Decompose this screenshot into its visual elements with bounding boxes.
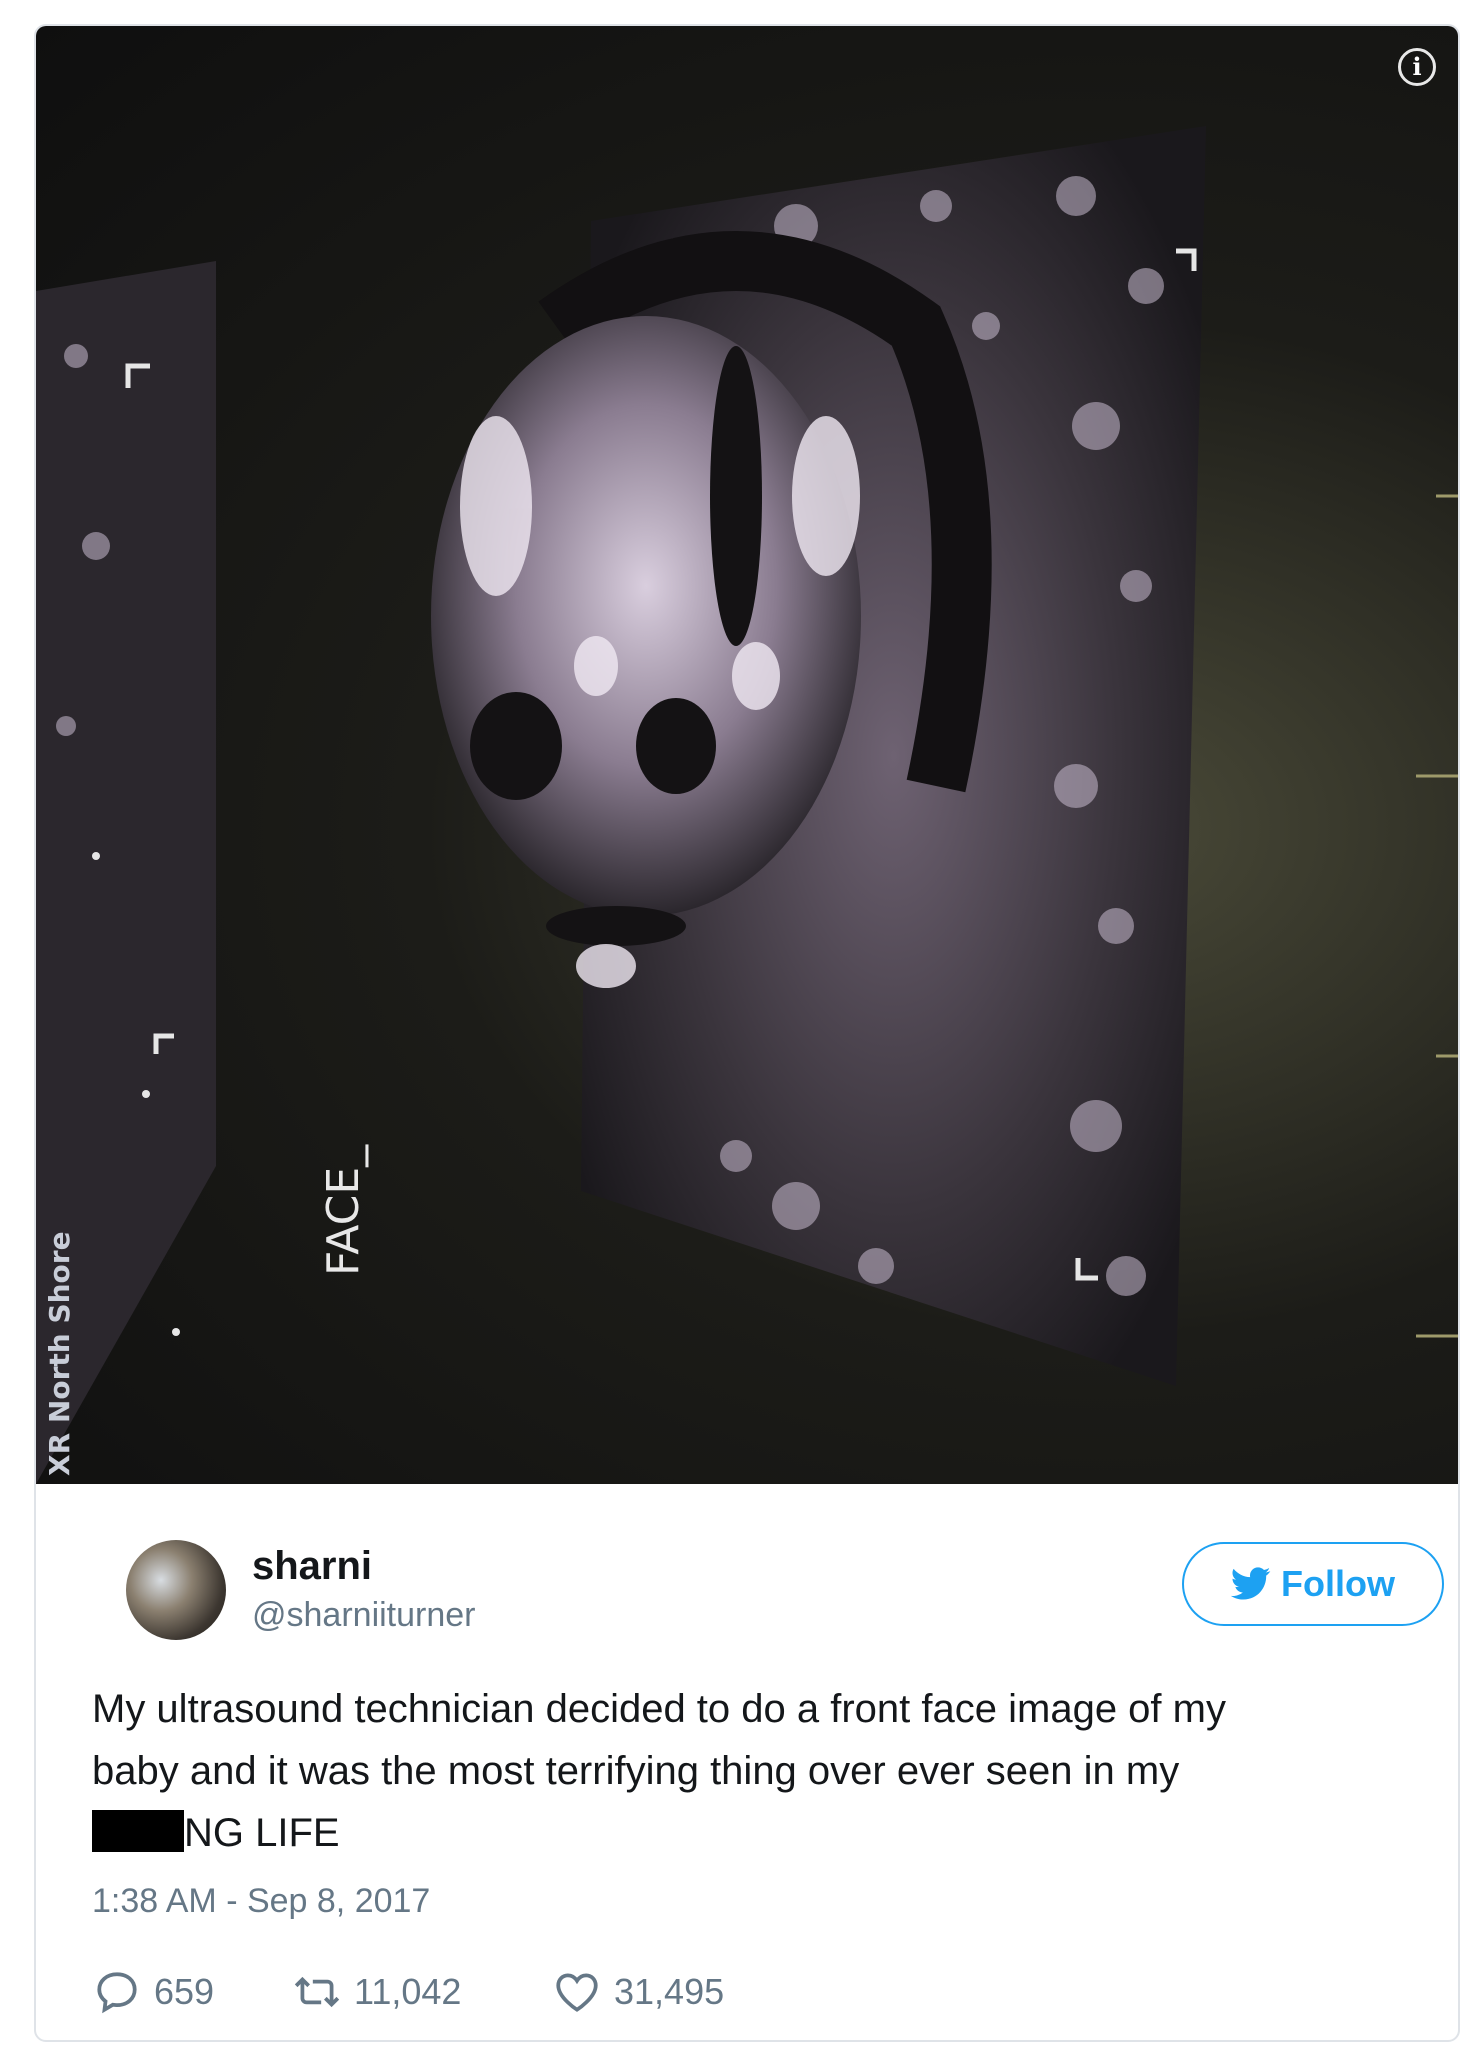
like-count: 31,495 — [614, 1971, 725, 2012]
tweet-actions: 659 11,042 31,495 — [92, 1962, 992, 2022]
reply-action[interactable]: 659 — [92, 1962, 214, 2022]
censor-bar — [92, 1810, 184, 1852]
tweet-text-line-1: My ultrasound technician decided to do a… — [92, 1687, 1226, 1731]
follow-label: Follow — [1281, 1563, 1395, 1604]
ultrasound-graphic — [36, 126, 1458, 1484]
tweet-text-line-3: NG LIFE — [92, 1802, 1422, 1864]
tweet-text-line-2: baby and it was the most terrifying thin… — [92, 1749, 1180, 1793]
author-handle[interactable]: @sharniiturner — [252, 1596, 476, 1635]
tweet-text: My ultrasound technician decided to do a… — [92, 1678, 1422, 1864]
info-icon[interactable]: i — [1398, 48, 1436, 86]
reply-count: 659 — [154, 1971, 215, 2012]
scan-face-label: FACE_ — [318, 1144, 369, 1276]
tweet-timestamp[interactable]: 1:38 AM - Sep 8, 2017 — [92, 1882, 430, 1921]
like-icon — [556, 1973, 598, 2012]
reply-icon — [97, 1972, 137, 2014]
retweet-icon — [294, 1976, 340, 2008]
retweet-action[interactable]: 11,042 — [292, 1962, 461, 2022]
scan-site-label: XR North Shore — [43, 1231, 76, 1476]
tweet-text-line-3-text: NG LIFE — [184, 1811, 340, 1855]
like-action[interactable]: 31,495 — [552, 1962, 724, 2022]
follow-button[interactable]: Follow — [1182, 1542, 1444, 1626]
avatar[interactable] — [126, 1540, 226, 1640]
ultrasound-photo[interactable]: i XR North Shore FACE_ — [36, 26, 1458, 1484]
retweet-count: 11,042 — [354, 1971, 462, 2012]
tweet-card: i XR North Shore FACE_ sharni @sharniitu… — [34, 24, 1460, 2042]
tweet-author: sharni @sharniiturner Follow — [92, 1524, 1444, 1640]
author-name[interactable]: sharni — [252, 1544, 372, 1589]
twitter-bird-icon — [1231, 1567, 1271, 1600]
